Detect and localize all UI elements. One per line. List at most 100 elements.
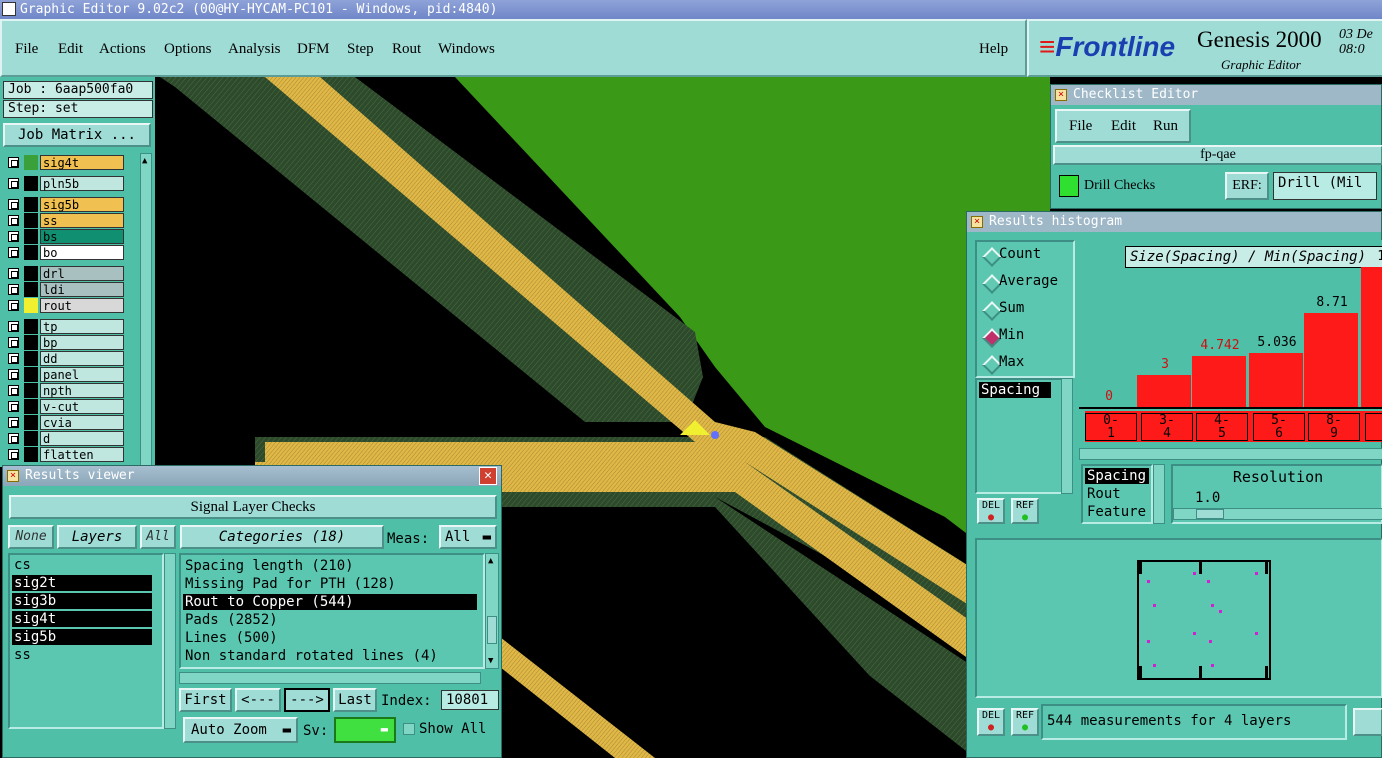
list-item[interactable]: Feature: [1085, 504, 1149, 520]
histogram-bar[interactable]: [1249, 353, 1303, 407]
menu-edit[interactable]: Edit: [58, 41, 83, 58]
layer-color-swatch[interactable]: [24, 351, 38, 366]
categories-button[interactable]: Categories (18): [180, 525, 384, 549]
layer-name[interactable]: bp: [40, 335, 124, 350]
first-button[interactable]: First: [179, 688, 232, 712]
list-item[interactable]: sig3b: [12, 593, 152, 609]
menu-rout[interactable]: Rout: [392, 41, 421, 58]
layer-row[interactable]: tp: [6, 319, 124, 334]
job-matrix-button[interactable]: Job Matrix ...: [3, 123, 151, 147]
layer-scrollbar[interactable]: ▲: [140, 153, 152, 467]
scroll-up-icon[interactable]: ▲: [488, 556, 493, 566]
layer-name[interactable]: ss: [40, 213, 124, 228]
window-menu-icon[interactable]: [1353, 708, 1382, 736]
layer-color-swatch[interactable]: [24, 447, 38, 462]
layer-color-swatch[interactable]: [24, 399, 38, 414]
layer-checkbox[interactable]: [8, 178, 19, 189]
category-hscrollbar[interactable]: [179, 672, 481, 684]
layer-name[interactable]: bs: [40, 229, 124, 244]
layer-row[interactable]: drl: [6, 266, 124, 281]
list-item[interactable]: Rout to Copper (544): [183, 594, 477, 610]
layer-checkbox[interactable]: [8, 157, 19, 168]
all-button[interactable]: All: [140, 525, 176, 549]
list-item[interactable]: cs: [12, 557, 152, 573]
layer-checkbox[interactable]: [8, 433, 19, 444]
menu-analysis[interactable]: Analysis: [228, 41, 281, 58]
list-item[interactable]: Missing Pad for PTH (128): [183, 576, 477, 592]
layer-color-swatch[interactable]: [24, 266, 38, 281]
list-item[interactable]: sig4t: [12, 611, 152, 627]
layer-name[interactable]: v-cut: [40, 399, 124, 414]
layer-color-swatch[interactable]: [24, 155, 38, 170]
layer-row[interactable]: bp: [6, 335, 124, 350]
list-item[interactable]: Non standard rotated lines (4): [183, 648, 477, 664]
layer-name[interactable]: panel: [40, 367, 124, 382]
layer-name[interactable]: pln5b: [40, 176, 124, 191]
layer-name[interactable]: npth: [40, 383, 124, 398]
last-button[interactable]: Last: [333, 688, 377, 712]
layer-name[interactable]: sig5b: [40, 197, 124, 212]
layer-checkbox[interactable]: [8, 337, 19, 348]
next-button[interactable]: --->: [284, 688, 330, 712]
layer-checkbox[interactable]: [8, 300, 19, 311]
layer-checkbox[interactable]: [8, 284, 19, 295]
layer-color-swatch[interactable]: [24, 415, 38, 430]
del-button-bottom[interactable]: DEL ●: [977, 708, 1005, 736]
chart-hscrollbar[interactable]: [1079, 448, 1382, 460]
layer-name[interactable]: sig4t: [40, 155, 124, 170]
checklist-menu-file[interactable]: File: [1069, 118, 1092, 135]
layer-result-scrollbar[interactable]: [164, 553, 176, 729]
layer-name[interactable]: cvia: [40, 415, 124, 430]
list-item[interactable]: sig5b: [12, 629, 152, 645]
del-button[interactable]: DEL ●: [977, 498, 1005, 524]
list-item[interactable]: Spacing length (210): [183, 558, 477, 574]
menu-dfm[interactable]: DFM: [297, 41, 330, 58]
menu-help[interactable]: Help: [979, 41, 1008, 58]
sv-select[interactable]: ▬: [334, 717, 396, 743]
prev-button[interactable]: <---: [235, 688, 281, 712]
layer-row[interactable]: npth: [6, 383, 124, 398]
layer-name[interactable]: d: [40, 431, 124, 446]
layer-color-swatch[interactable]: [24, 229, 38, 244]
layer-checkbox[interactable]: [8, 268, 19, 279]
checklist-menu-run[interactable]: Run: [1153, 118, 1178, 135]
list-item[interactable]: sig2t: [12, 575, 152, 591]
layer-row[interactable]: dd: [6, 351, 124, 366]
layer-name[interactable]: tp: [40, 319, 124, 334]
checks-header-button[interactable]: Signal Layer Checks: [9, 495, 497, 519]
histogram-bar[interactable]: [1192, 356, 1246, 407]
layer-row[interactable]: sig5b: [6, 197, 124, 212]
layer-checkbox[interactable]: [8, 385, 19, 396]
layer-row[interactable]: ldi: [6, 282, 124, 297]
tab-layers[interactable]: Layers: [57, 525, 137, 549]
layer-row[interactable]: pln5b: [6, 176, 124, 191]
layer-row[interactable]: sig4t: [6, 155, 124, 170]
list-item[interactable]: Spacing: [1085, 468, 1149, 484]
layer-checkbox[interactable]: [8, 401, 19, 412]
layer-row[interactable]: panel: [6, 367, 124, 382]
layer-row[interactable]: d: [6, 431, 124, 446]
layer-row[interactable]: bs: [6, 229, 124, 244]
layer-name[interactable]: bo: [40, 245, 124, 260]
ref-button-bottom[interactable]: REF ●: [1011, 708, 1039, 736]
layer-checkbox[interactable]: [8, 247, 19, 258]
histogram-bar[interactable]: [1137, 375, 1191, 407]
layer-name[interactable]: drl: [40, 266, 124, 281]
layer-checkbox[interactable]: [8, 369, 19, 380]
layer-checkbox[interactable]: [8, 321, 19, 332]
layer-checkbox[interactable]: [8, 199, 19, 210]
layer-row[interactable]: cvia: [6, 415, 124, 430]
layer-color-swatch[interactable]: [24, 282, 38, 297]
menu-options[interactable]: Options: [164, 41, 212, 58]
layer-color-swatch[interactable]: [24, 431, 38, 446]
layer-checkbox[interactable]: [8, 215, 19, 226]
layer-row[interactable]: v-cut: [6, 399, 124, 414]
check-item-label[interactable]: Drill Checks: [1084, 178, 1155, 194]
layer-name[interactable]: dd: [40, 351, 124, 366]
list-item[interactable]: Pads (2852): [183, 612, 477, 628]
category-list[interactable]: Spacing length (210) Missing Pad for PTH …: [179, 553, 485, 669]
layer-color-swatch[interactable]: [24, 383, 38, 398]
layer-color-swatch[interactable]: [24, 319, 38, 334]
drill-check-icon[interactable]: [1059, 175, 1079, 197]
close-icon[interactable]: ✕: [479, 467, 497, 485]
